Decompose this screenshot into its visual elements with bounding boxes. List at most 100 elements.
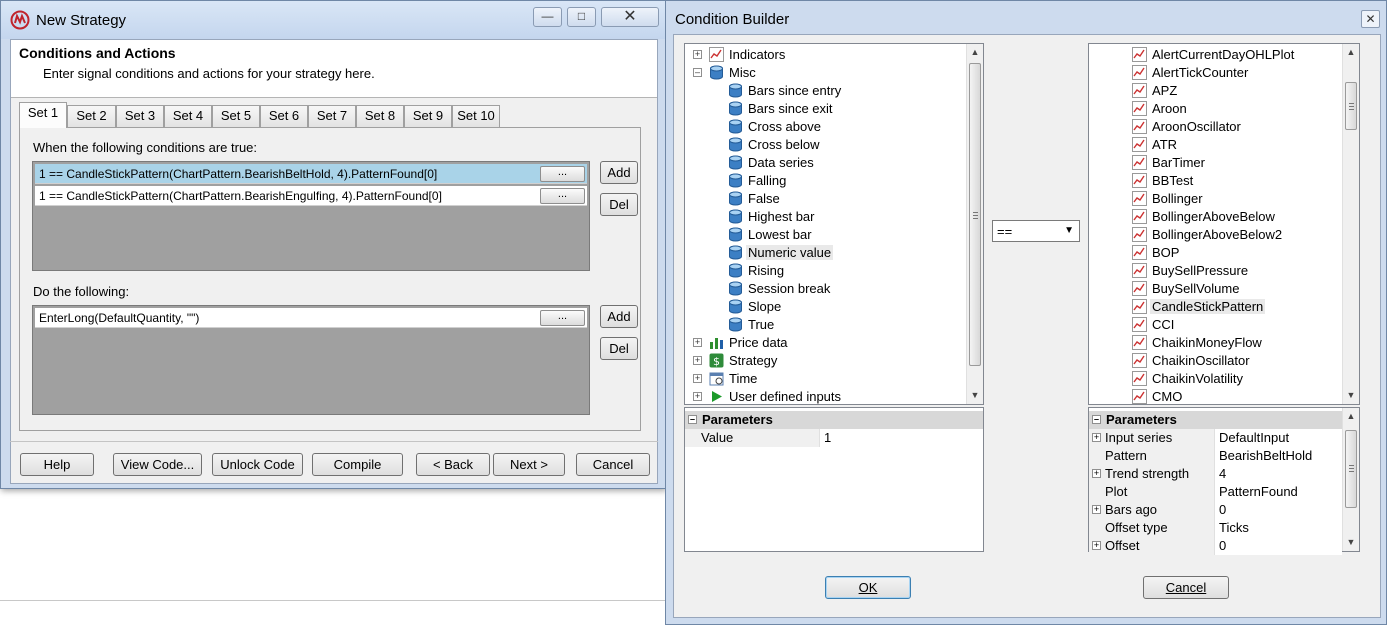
view-code-button[interactable]: View Code... — [113, 453, 202, 476]
scroll-thumb[interactable] — [1345, 82, 1357, 130]
list-item[interactable]: BollingerAboveBelow2 — [1089, 226, 1341, 244]
parameter-row[interactable]: Trend strength +4 — [1089, 465, 1342, 483]
list-item[interactable]: Aroon — [1089, 100, 1341, 118]
tree-item[interactable]: Lowest bar — [685, 226, 965, 244]
left-parameters-grid[interactable]: – Parameters Value 1 — [684, 407, 984, 552]
scroll-up-icon[interactable]: ▲ — [1343, 408, 1359, 425]
tree-item[interactable]: Falling — [685, 172, 965, 190]
tree-item[interactable]: Session break — [685, 280, 965, 298]
add-action-button[interactable]: Add — [600, 305, 638, 328]
expand-icon[interactable]: + — [1092, 505, 1101, 514]
scroll-down-icon[interactable]: ▼ — [1343, 534, 1359, 551]
actions-list[interactable]: EnterLong(DefaultQuantity, "") ... — [32, 305, 590, 415]
expand-icon[interactable]: + — [693, 392, 702, 401]
tree-item[interactable]: + $ Strategy — [685, 352, 965, 370]
list-item[interactable]: BuySellPressure — [1089, 262, 1341, 280]
list-item[interactable]: ChaikinVolatility — [1089, 370, 1341, 388]
title-bar[interactable]: New Strategy — □ ✕ — [1, 1, 665, 39]
ok-button[interactable]: OK — [825, 576, 911, 599]
scroll-up-icon[interactable]: ▲ — [967, 44, 983, 61]
next-button[interactable]: Next > — [493, 453, 565, 476]
tree-item[interactable]: Rising — [685, 262, 965, 280]
parameter-value[interactable]: Ticks — [1214, 519, 1342, 537]
collapse-icon[interactable]: – — [1092, 415, 1101, 424]
tree-item[interactable]: + Indicators — [685, 46, 965, 64]
expand-icon[interactable]: + — [1092, 469, 1101, 478]
list-item[interactable]: ChaikinMoneyFlow — [1089, 334, 1341, 352]
scroll-thumb[interactable] — [969, 63, 981, 366]
conditions-list[interactable]: 1 == CandleStickPattern(ChartPattern.Bea… — [32, 161, 590, 271]
tree-item[interactable]: Slope — [685, 298, 965, 316]
help-button[interactable]: Help — [20, 453, 94, 476]
expand-icon[interactable]: + — [693, 50, 702, 59]
left-item-tree[interactable]: + Indicators – Misc Bars since entry Bars sin… — [684, 43, 984, 405]
list-item[interactable]: BollingerAboveBelow — [1089, 208, 1341, 226]
unlock-code-button[interactable]: Unlock Code — [212, 453, 303, 476]
tree-item[interactable]: Highest bar — [685, 208, 965, 226]
right-parameters-grid[interactable]: – Parameters Input series + DefaultInput Pa… — [1088, 407, 1360, 555]
parameter-row[interactable]: Offset +0 — [1089, 537, 1342, 555]
list-item[interactable]: 1 == CandleStickPattern(ChartPattern.Bea… — [35, 186, 587, 206]
tree-item[interactable]: – Misc — [685, 64, 965, 82]
edit-condition-button[interactable]: ... — [540, 166, 585, 182]
list-item[interactable]: ChaikinOscillator — [1089, 352, 1341, 370]
delete-condition-button[interactable]: Del — [600, 193, 638, 216]
list-item[interactable]: ATR — [1089, 136, 1341, 154]
cancel-button[interactable]: Cancel — [1143, 576, 1229, 599]
list-item[interactable]: BarTimer — [1089, 154, 1341, 172]
list-item[interactable]: CCI — [1089, 316, 1341, 334]
parameter-row[interactable]: Input series + DefaultInput — [1089, 429, 1342, 447]
parameter-row[interactable]: Bars ago +0 — [1089, 501, 1342, 519]
list-item[interactable]: BOP — [1089, 244, 1341, 262]
edit-action-button[interactable]: ... — [540, 310, 585, 326]
parameter-value[interactable]: 0 — [1214, 501, 1342, 519]
list-item[interactable]: EnterLong(DefaultQuantity, "") ... — [35, 308, 587, 328]
tree-item[interactable]: Cross above — [685, 118, 965, 136]
parameter-row[interactable]: Value 1 — [685, 429, 983, 447]
list-item[interactable]: APZ — [1089, 82, 1341, 100]
scroll-up-icon[interactable]: ▲ — [1343, 44, 1359, 61]
tree-item[interactable]: + Price data — [685, 334, 965, 352]
tree-item[interactable]: Cross below — [685, 136, 965, 154]
list-item[interactable]: BBTest — [1089, 172, 1341, 190]
parameter-value[interactable]: DefaultInput — [1214, 429, 1342, 447]
tree-item[interactable]: False — [685, 190, 965, 208]
parameter-value[interactable]: BearishBeltHold — [1214, 447, 1342, 465]
tree-item[interactable]: Bars since exit — [685, 100, 965, 118]
operator-dropdown[interactable]: == ▼ — [992, 220, 1080, 242]
collapse-icon[interactable]: – — [693, 68, 702, 77]
minimize-button[interactable]: — — [533, 7, 562, 27]
tree-item[interactable]: Numeric value — [685, 244, 965, 262]
expand-icon[interactable]: + — [693, 338, 702, 347]
tree-item[interactable]: Bars since entry — [685, 82, 965, 100]
delete-action-button[interactable]: Del — [600, 337, 638, 360]
expand-icon[interactable]: + — [693, 356, 702, 365]
collapse-icon[interactable]: – — [688, 415, 697, 424]
back-button[interactable]: < Back — [416, 453, 490, 476]
list-item[interactable]: AlertCurrentDayOHLPlot — [1089, 46, 1341, 64]
tree-item[interactable]: + Time — [685, 370, 965, 388]
tree-item[interactable]: True — [685, 316, 965, 334]
expand-icon[interactable]: + — [1092, 433, 1101, 442]
tab-set-6[interactable]: Set 6 — [260, 105, 308, 127]
parameter-value[interactable]: 4 — [1214, 465, 1342, 483]
right-indicator-list[interactable]: AlertCurrentDayOHLPlot AlertTickCounter AP… — [1088, 43, 1360, 405]
expand-icon[interactable]: + — [1092, 541, 1101, 550]
expand-icon[interactable]: + — [693, 374, 702, 383]
parameter-row[interactable]: Plot PatternFound — [1089, 483, 1342, 501]
list-item[interactable]: AroonOscillator — [1089, 118, 1341, 136]
right-list-scrollbar[interactable]: ▲ ▼ — [1342, 44, 1359, 404]
tree-item[interactable]: + User defined inputs — [685, 388, 965, 406]
parameter-value[interactable]: 1 — [819, 429, 983, 447]
scroll-down-icon[interactable]: ▼ — [967, 387, 983, 404]
edit-condition-button[interactable]: ... — [540, 188, 585, 204]
list-item[interactable]: BuySellVolume — [1089, 280, 1341, 298]
list-item[interactable]: AlertTickCounter — [1089, 64, 1341, 82]
list-item[interactable]: CandleStickPattern — [1089, 298, 1341, 316]
parameter-value[interactable]: PatternFound — [1214, 483, 1342, 501]
list-item[interactable]: 1 == CandleStickPattern(ChartPattern.Bea… — [35, 164, 587, 184]
tree-item[interactable]: Data series — [685, 154, 965, 172]
tab-set-8[interactable]: Set 8 — [356, 105, 404, 127]
params-scrollbar[interactable]: ▲ ▼ — [1342, 408, 1359, 551]
compile-button[interactable]: Compile — [312, 453, 403, 476]
